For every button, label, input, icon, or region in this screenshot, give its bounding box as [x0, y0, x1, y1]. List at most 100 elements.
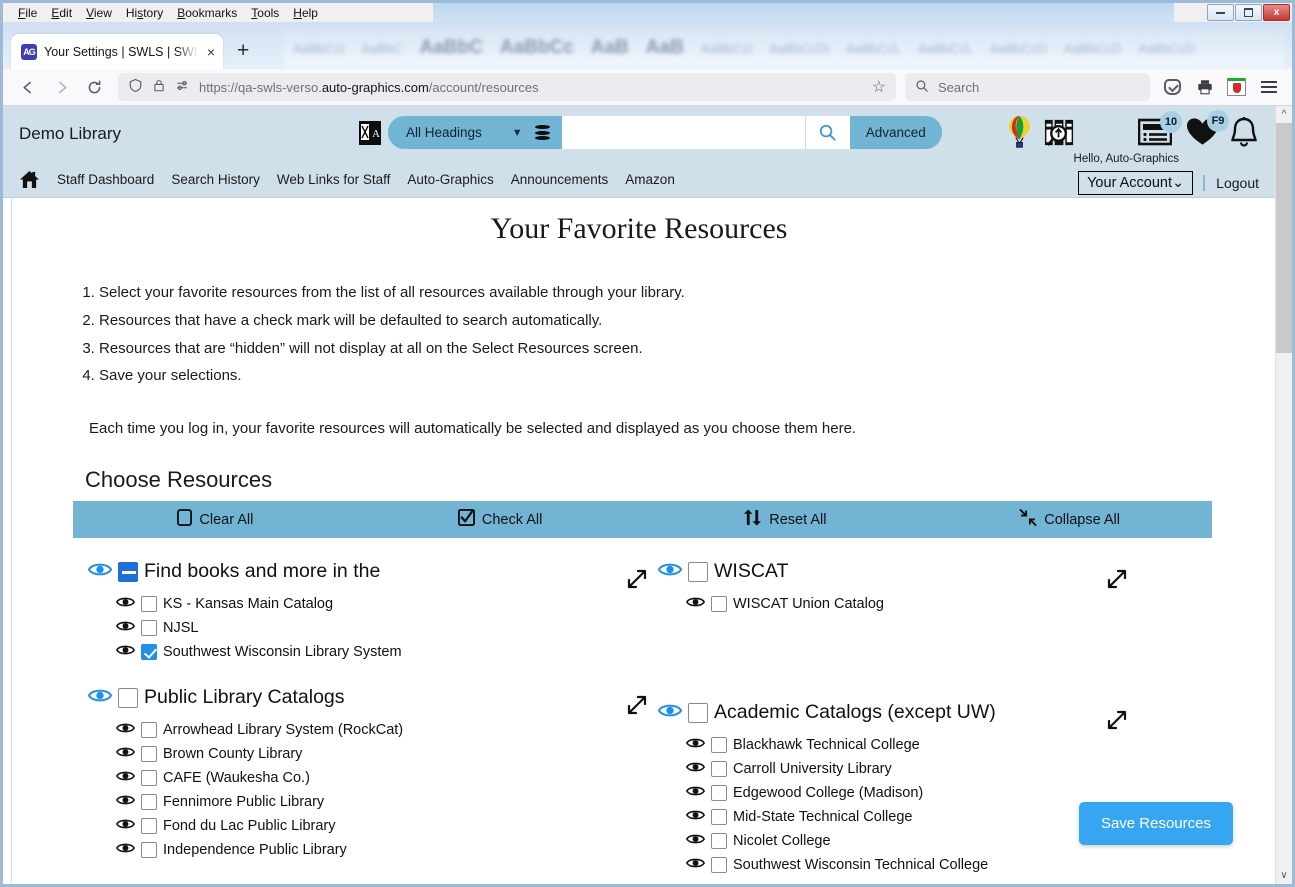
eye-visible-icon[interactable] — [115, 745, 136, 764]
address-bar[interactable]: https://qa-swls-verso.auto-graphics.com/… — [118, 73, 896, 101]
resource-checkbox[interactable] — [711, 761, 727, 777]
eye-visible-icon[interactable] — [115, 721, 136, 740]
group-header[interactable]: Find books and more in the — [87, 560, 658, 583]
bookmark-star-icon[interactable]: ☆ — [872, 77, 886, 97]
menu-help[interactable]: Help — [286, 5, 325, 21]
search-scope-select[interactable]: All Headings ▼ — [388, 116, 535, 149]
resource-item[interactable]: NJSL — [115, 616, 658, 640]
resource-item[interactable]: Southwest Wisconsin Library System — [115, 640, 658, 664]
resource-checkbox[interactable] — [711, 833, 727, 849]
resource-item[interactable]: Blackhawk Technical College — [685, 733, 1228, 757]
database-icon[interactable] — [534, 116, 562, 149]
clear-all-button[interactable]: Clear All — [73, 509, 358, 530]
balloon-icon[interactable] — [1006, 114, 1033, 150]
eye-visible-icon[interactable] — [685, 832, 706, 851]
resource-item[interactable]: Arrowhead Library System (RockCat) — [115, 718, 658, 742]
resource-checkbox[interactable] — [141, 644, 157, 660]
resource-checkbox[interactable] — [711, 737, 727, 753]
resource-checkbox[interactable] — [711, 596, 727, 612]
permissions-icon[interactable] — [175, 78, 190, 96]
resource-item[interactable]: Carroll University Library — [685, 757, 1228, 781]
nav-auto-graphics[interactable]: Auto-Graphics — [407, 172, 493, 187]
nav-staff-dashboard[interactable]: Staff Dashboard — [57, 172, 154, 187]
group-checkbox[interactable] — [688, 561, 708, 582]
browser-tab[interactable]: AG Your Settings | SWLS | SWLS | Au × — [11, 34, 223, 69]
close-button[interactable]: x — [1263, 4, 1290, 21]
check-all-button[interactable]: Check All — [358, 509, 643, 530]
resource-item[interactable]: WISCAT Union Catalog — [685, 592, 1228, 616]
group-checkbox[interactable] — [118, 561, 138, 582]
expand-diagonal-icon[interactable] — [1106, 568, 1128, 595]
resource-checkbox[interactable] — [141, 596, 157, 612]
eye-visible-icon[interactable] — [685, 760, 706, 779]
scrollbar-thumb[interactable] — [1276, 123, 1292, 353]
eye-visible-icon[interactable] — [87, 561, 113, 583]
browser-search-bar[interactable]: Search — [905, 73, 1150, 101]
shield-icon[interactable] — [128, 78, 143, 96]
scroll-down-arrow[interactable]: ∨ — [1276, 867, 1292, 884]
expand-diagonal-icon[interactable] — [1106, 709, 1128, 736]
reset-all-button[interactable]: Reset All — [643, 509, 928, 530]
resource-checkbox[interactable] — [141, 818, 157, 834]
eye-visible-icon[interactable] — [115, 643, 136, 662]
eye-visible-icon[interactable] — [115, 793, 136, 812]
resource-item[interactable]: Independence Public Library — [115, 838, 658, 862]
eye-visible-icon[interactable] — [87, 687, 113, 709]
resource-checkbox[interactable] — [711, 809, 727, 825]
research-icon[interactable] — [1043, 116, 1076, 149]
translate-icon[interactable]: A — [358, 120, 382, 146]
nav-web-links-for-staff[interactable]: Web Links for Staff — [277, 172, 391, 187]
menu-file[interactable]: FFileile — [11, 5, 44, 21]
group-header[interactable]: WISCAT — [657, 560, 1228, 583]
eye-visible-icon[interactable] — [685, 784, 706, 803]
tab-close-icon[interactable]: × — [205, 45, 217, 59]
eye-visible-icon[interactable] — [115, 619, 136, 638]
resource-checkbox[interactable] — [711, 785, 727, 801]
resource-item[interactable]: KS - Kansas Main Catalog — [115, 592, 658, 616]
eye-visible-icon[interactable] — [657, 702, 683, 724]
menu-icon[interactable] — [1255, 73, 1282, 101]
resource-checkbox[interactable] — [141, 794, 157, 810]
scroll-up-arrow[interactable]: ^ — [1276, 106, 1292, 123]
resource-checkbox[interactable] — [141, 842, 157, 858]
resource-item[interactable]: Southwest Wisconsin Technical College — [685, 853, 1228, 877]
notification-bell-icon[interactable] — [1229, 116, 1259, 148]
menu-tools[interactable]: Tools — [244, 5, 286, 21]
expand-diagonal-icon[interactable] — [626, 694, 648, 721]
extension-icon[interactable] — [1223, 73, 1250, 101]
resource-checkbox[interactable] — [141, 746, 157, 762]
collapse-all-button[interactable]: Collapse All — [927, 509, 1212, 530]
pocket-icon[interactable] — [1159, 73, 1186, 101]
group-header[interactable]: Academic Catalogs (except UW) — [657, 701, 1228, 724]
group-header[interactable]: Public Library Catalogs — [87, 686, 658, 709]
favorites-heart-icon[interactable]: F9 — [1186, 110, 1229, 147]
resource-item[interactable]: Brown County Library — [115, 742, 658, 766]
nav-search-history[interactable]: Search History — [171, 172, 260, 187]
eye-visible-icon[interactable] — [685, 808, 706, 827]
eye-visible-icon[interactable] — [115, 841, 136, 860]
page-scrollbar[interactable]: ^ ∨ — [1275, 106, 1292, 884]
home-icon[interactable] — [19, 170, 40, 189]
your-account-dropdown[interactable]: Your Account⌄ — [1078, 171, 1194, 195]
resource-item[interactable]: Fond du Lac Public Library — [115, 814, 658, 838]
eye-visible-icon[interactable] — [657, 561, 683, 583]
reload-button[interactable] — [79, 73, 109, 101]
resource-checkbox[interactable] — [711, 857, 727, 873]
expand-diagonal-icon[interactable] — [626, 568, 648, 595]
news-list-icon[interactable]: 10 — [1138, 111, 1182, 146]
forward-button[interactable] — [46, 73, 76, 101]
eye-visible-icon[interactable] — [685, 856, 706, 875]
group-checkbox[interactable] — [118, 687, 138, 708]
menu-bookmarks[interactable]: Bookmarks — [170, 5, 244, 21]
resource-checkbox[interactable] — [141, 620, 157, 636]
new-tab-button[interactable]: + — [237, 39, 249, 63]
search-input[interactable] — [561, 116, 805, 149]
menu-history[interactable]: History — [119, 5, 170, 21]
resource-checkbox[interactable] — [141, 770, 157, 786]
print-icon[interactable] — [1191, 73, 1218, 101]
resource-checkbox[interactable] — [141, 722, 157, 738]
menu-view[interactable]: View — [79, 5, 119, 21]
eye-visible-icon[interactable] — [115, 769, 136, 788]
nav-announcements[interactable]: Announcements — [511, 172, 609, 187]
eye-visible-icon[interactable] — [115, 595, 136, 614]
